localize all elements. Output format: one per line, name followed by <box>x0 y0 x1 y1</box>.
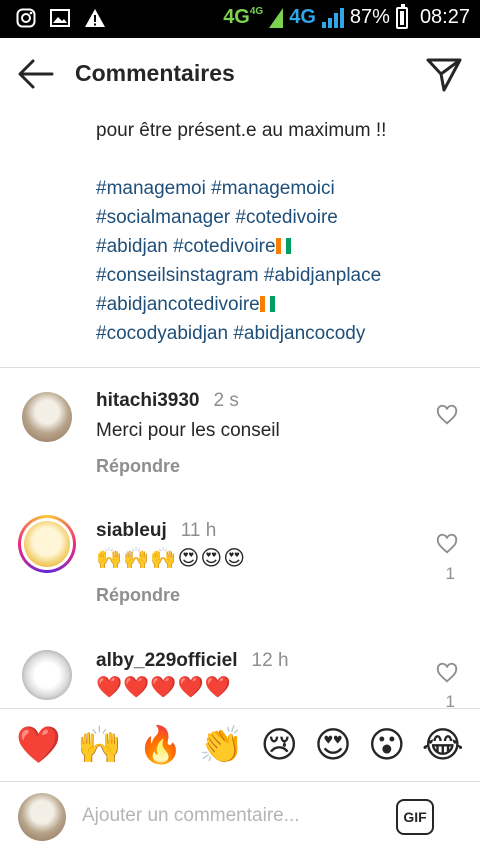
app-header: Commentaires <box>0 38 480 112</box>
reply-button[interactable]: Répondre <box>96 456 180 477</box>
emoji-heart[interactable]: ❤️ <box>16 725 61 765</box>
network-indicator-1: 4G4G <box>223 6 264 28</box>
comment-username[interactable]: siableuj 11 h <box>96 520 216 542</box>
comment-time: 2 s <box>213 390 239 411</box>
comment-text: ❤️❤️❤️❤️❤️ <box>96 676 232 699</box>
comment-input[interactable] <box>82 805 372 827</box>
post-caption: pour être présent.e au maximum !! #manag… <box>96 116 466 348</box>
comment-text: Merci pour les conseil <box>96 420 280 441</box>
hashtag-line[interactable]: #managemoi #managemoici <box>96 174 466 203</box>
signal-icon <box>269 7 284 28</box>
comment-time: 12 h <box>251 650 289 671</box>
emoji-surprised[interactable]: 😮 <box>368 725 406 765</box>
hashtag-line[interactable]: #socialmanager #cotedivoire <box>96 203 466 232</box>
like-heart-icon[interactable] <box>436 533 458 555</box>
gif-button[interactable]: GIF <box>396 799 434 835</box>
emoji-clapping[interactable]: 👏 <box>199 725 244 765</box>
network-indicator-2: 4G <box>289 6 316 28</box>
hashtag-line[interactable]: #cocodyabidjan #abidjancocody <box>96 319 466 348</box>
emoji-quick-bar: ❤️ 🙌 🔥 👏 😢 😍 😮 😂 <box>0 708 480 782</box>
page-title: Commentaires <box>75 60 235 86</box>
status-bar: 4G4G 4G 87% 08:27 <box>0 0 480 38</box>
reply-button[interactable]: Répondre <box>96 585 180 606</box>
like-heart-icon[interactable] <box>436 404 458 426</box>
emoji-laughing[interactable]: 😂 <box>422 725 464 765</box>
image-icon <box>50 9 70 27</box>
back-arrow-icon[interactable] <box>16 56 56 92</box>
emoji-heart-eyes[interactable]: 😍 <box>314 725 352 765</box>
instagram-icon <box>16 8 36 28</box>
avatar[interactable] <box>22 650 72 700</box>
ivory-coast-flag-icon <box>259 292 275 312</box>
avatar[interactable] <box>22 392 72 442</box>
clock: 08:27 <box>419 6 470 28</box>
like-count: 1 <box>445 564 455 583</box>
comment-input-bar: GIF <box>0 783 480 854</box>
hashtag-line[interactable]: #conseilsinstagram #abidjanplace <box>96 261 466 290</box>
send-icon[interactable] <box>424 54 464 94</box>
emoji-raised-hands[interactable]: 🙌 <box>77 725 122 765</box>
caption-text: pour être présent.e au maximum !! <box>96 120 387 141</box>
divider <box>0 367 480 368</box>
comment-text: 🙌🙌🙌😍😍😍 <box>96 547 247 570</box>
comment-username[interactable]: alby_229officiel 12 h <box>96 650 289 672</box>
avatar <box>18 793 66 841</box>
ivory-coast-flag-icon <box>275 234 291 254</box>
battery-icon <box>395 3 408 29</box>
battery-percent: 87% <box>349 6 390 28</box>
comment-username[interactable]: hitachi3930 2 s <box>96 390 239 412</box>
hashtag-line[interactable]: #abidjancotedivoire <box>96 294 260 315</box>
like-heart-icon[interactable] <box>436 662 458 684</box>
emoji-crying[interactable]: 😢 <box>260 725 298 765</box>
signal-bars-icon <box>321 7 344 28</box>
warning-icon <box>85 9 105 27</box>
avatar[interactable] <box>18 515 76 573</box>
emoji-fire[interactable]: 🔥 <box>138 725 183 765</box>
comment-time: 11 h <box>180 520 217 541</box>
hashtag-line[interactable]: #abidjan #cotedivoire <box>96 236 276 257</box>
